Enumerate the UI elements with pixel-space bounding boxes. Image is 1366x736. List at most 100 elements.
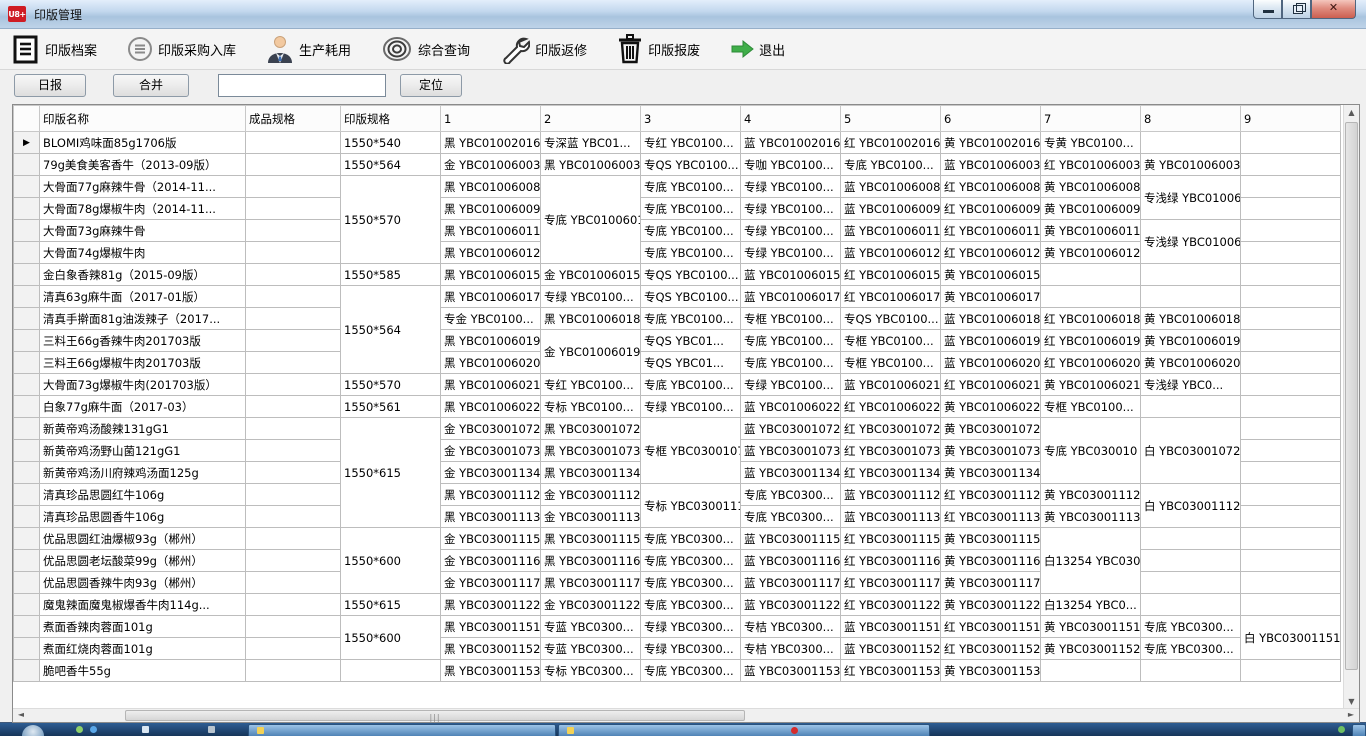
plate-name-cell[interactable]: 三料王66g爆椒牛肉201703版	[40, 352, 246, 374]
grid-cell[interactable]: 红 YBC03001151	[941, 616, 1041, 638]
grid-cell[interactable]: 红 YBC01006020	[1041, 352, 1141, 374]
grid-cell[interactable]: 红 YBC01006008	[941, 176, 1041, 198]
grid-cell[interactable]	[1241, 440, 1341, 462]
grid-cell[interactable]: 蓝 YBC03001122	[741, 594, 841, 616]
grid-cell[interactable]: 红 YBC01006018	[1041, 308, 1141, 330]
grid-cell[interactable]: 黄 YBC03001073	[941, 440, 1041, 462]
grid-cell[interactable]	[1241, 396, 1341, 418]
grid-cell[interactable]: 红 YBC03001122	[841, 594, 941, 616]
grid-cell[interactable]: 红 YBC01006012	[941, 242, 1041, 264]
grid-cell[interactable]	[246, 286, 341, 308]
row-selector-header[interactable]	[14, 106, 40, 132]
grid-cell[interactable]: 蓝 YBC01006015	[741, 264, 841, 286]
column-header[interactable]: 7	[1041, 106, 1141, 132]
grid-cell[interactable]	[1141, 528, 1241, 550]
grid-cell[interactable]: 黑 YBC03001151	[441, 616, 541, 638]
grid-cell[interactable]: 专标 YBC0100...	[541, 396, 641, 418]
grid-cell[interactable]: 蓝 YBC01006022	[741, 396, 841, 418]
grid-cell[interactable]: 1550*570	[341, 374, 441, 396]
row-selector[interactable]	[14, 374, 40, 396]
taskbar-icon[interactable]	[90, 726, 97, 733]
grid-cell[interactable]: 专QS YBC01...	[641, 352, 741, 374]
grid-cell[interactable]: 专浅绿 YBC01006	[1141, 176, 1241, 220]
plate-name-cell[interactable]: 79g美食美客香牛（2013-09版）	[40, 154, 246, 176]
grid-cell[interactable]: 蓝 YBC03001152	[841, 638, 941, 660]
grid-cell[interactable]: 蓝 YBC01006017	[741, 286, 841, 308]
grid-cell[interactable]: 专底 YBC0100...	[641, 308, 741, 330]
grid-cell[interactable]: 专底 YBC030010	[1041, 418, 1141, 484]
plate-name-cell[interactable]: 大骨面73g爆椒牛肉(201703版）	[40, 374, 246, 396]
row-selector[interactable]	[14, 198, 40, 220]
plate-name-cell[interactable]: 清真手擀面81g油泼辣子（2017...	[40, 308, 246, 330]
grid-cell[interactable]: 专浅绿 YBC01006	[1141, 220, 1241, 264]
grid-cell[interactable]: 黑 YBC01006021	[441, 374, 541, 396]
plate-name-cell[interactable]: 煮面红烧肉蓉面101g	[40, 638, 246, 660]
grid-cell[interactable]: 专绿 YBC0100...	[741, 220, 841, 242]
horizontal-scroll-thumb[interactable]: |||	[125, 710, 745, 721]
row-selector[interactable]	[14, 242, 40, 264]
grid-cell[interactable]: 专底 YBC0300...	[641, 660, 741, 682]
grid-cell[interactable]: 专底 YBC0300...	[1141, 616, 1241, 638]
grid-cell[interactable]: 红 YBC01006009	[941, 198, 1041, 220]
grid-cell[interactable]	[1141, 572, 1241, 594]
grid-cell[interactable]	[1241, 308, 1341, 330]
grid-cell[interactable]: 专蓝 YBC0300...	[541, 638, 641, 660]
row-selector[interactable]	[14, 330, 40, 352]
grid-cell[interactable]: 专QS YBC01...	[641, 330, 741, 352]
column-header[interactable]: 3	[641, 106, 741, 132]
plate-name-cell[interactable]: 新黄帝鸡汤川府辣鸡汤面125g	[40, 462, 246, 484]
vertical-scroll-thumb[interactable]	[1345, 122, 1358, 670]
grid-cell[interactable]: 蓝 YBC03001072	[741, 418, 841, 440]
row-selector[interactable]	[14, 484, 40, 506]
grid-cell[interactable]: 红 YBC01006015	[841, 264, 941, 286]
grid-cell[interactable]: 黄 YBC01006022	[941, 396, 1041, 418]
grid-cell[interactable]	[246, 528, 341, 550]
grid-cell[interactable]: 1550*564	[341, 154, 441, 176]
grid-cell[interactable]	[246, 594, 341, 616]
toolbar-item-exit[interactable]: 退出	[730, 39, 785, 59]
grid-cell[interactable]: 黄 YBC01006015	[941, 264, 1041, 286]
grid-cell[interactable]: 专底 YBC0300...	[641, 594, 741, 616]
grid-cell[interactable]: 黑 YBC03001072	[541, 418, 641, 440]
grid-cell[interactable]: 黄 YBC03001153	[941, 660, 1041, 682]
grid-cell[interactable]: 黄 YBC03001113	[1041, 506, 1141, 528]
plate-name-cell[interactable]: 优品思圆香辣牛肉93g（郴州）	[40, 572, 246, 594]
grid-cell[interactable]: 红 YBC03001134	[841, 462, 941, 484]
row-selector[interactable]	[14, 286, 40, 308]
grid-cell[interactable]: 黑 YBC01006017	[441, 286, 541, 308]
grid-cell[interactable]	[1241, 418, 1341, 440]
grid-cell[interactable]: 黑 YBC03001152	[441, 638, 541, 660]
grid-cell[interactable]	[246, 660, 341, 682]
grid-cell[interactable]: 黄 YBC03001072	[941, 418, 1041, 440]
grid-cell[interactable]: 黑 YBC01006003	[541, 154, 641, 176]
grid-cell[interactable]: 金 YBC03001113	[541, 506, 641, 528]
grid-cell[interactable]	[246, 374, 341, 396]
grid-cell[interactable]: 蓝 YBC01006019	[941, 330, 1041, 352]
plate-name-cell[interactable]: 金白象香辣81g（2015-09版）	[40, 264, 246, 286]
grid-cell[interactable]	[1241, 132, 1341, 154]
grid-cell[interactable]: 金 YBC01006019	[541, 330, 641, 374]
grid-cell[interactable]: 红 YBC03001117	[841, 572, 941, 594]
grid-cell[interactable]	[1241, 374, 1341, 396]
grid-cell[interactable]: 专浅绿 YBC0...	[1141, 374, 1241, 396]
row-selector[interactable]	[14, 440, 40, 462]
grid-cell[interactable]: 专桔 YBC0300...	[741, 638, 841, 660]
grid-cell[interactable]: 红 YBC01002016	[841, 132, 941, 154]
grid-cell[interactable]: 专底 YBC0100...	[741, 330, 841, 352]
grid-cell[interactable]	[1041, 660, 1141, 682]
grid-cell[interactable]: 黑 YBC03001115	[541, 528, 641, 550]
grid-cell[interactable]: 专绿 YBC0100...	[741, 242, 841, 264]
grid-cell[interactable]: 专底 YBC0300...	[641, 550, 741, 572]
grid-cell[interactable]	[1141, 264, 1241, 286]
taskbar-icon[interactable]	[1338, 726, 1345, 733]
grid-cell[interactable]: 蓝 YBC01006018	[941, 308, 1041, 330]
grid-cell[interactable]: 红 YBC01006022	[841, 396, 941, 418]
grid-cell[interactable]	[1141, 132, 1241, 154]
grid-cell[interactable]: 黑 YBC01002016	[441, 132, 541, 154]
scroll-down-icon[interactable]: ▼	[1344, 694, 1359, 709]
grid-cell[interactable]	[246, 264, 341, 286]
grid-cell[interactable]: 专框 YBC0100...	[841, 352, 941, 374]
plate-name-cell[interactable]: 新黄帝鸡汤酸辣131gG1	[40, 418, 246, 440]
grid-cell[interactable]: 1550*615	[341, 594, 441, 616]
grid-cell[interactable]: 1550*585	[341, 264, 441, 286]
